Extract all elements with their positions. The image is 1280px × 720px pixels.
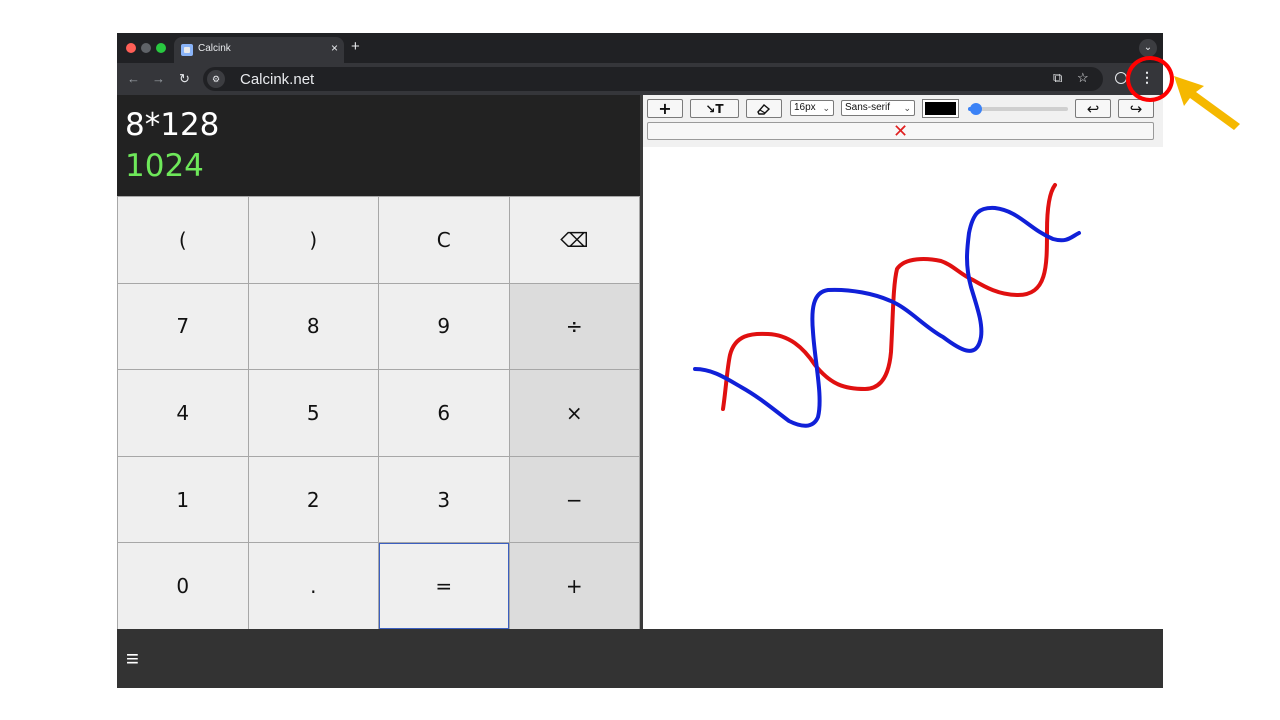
cast-icon[interactable]: ⧉ [1053, 70, 1062, 86]
eraser-glyph-icon [757, 103, 771, 115]
reload-icon[interactable]: ↻ [179, 71, 190, 87]
pointer-arrow-icon [1174, 76, 1240, 130]
back-arrow-icon[interactable]: ← [127, 71, 140, 86]
text-tool-button[interactable]: ↘T [690, 99, 739, 118]
tab-close-icon[interactable]: × [331, 41, 338, 55]
key-6[interactable]: 6 [379, 370, 509, 456]
key-7[interactable]: 7 [118, 283, 248, 370]
eraser-icon[interactable] [746, 99, 782, 118]
move-tool-button[interactable]: + [647, 99, 683, 118]
drawing-toolbar: + ↘T 16px ⌄ Sans-serif ⌄ ↩ ↪ ✕ [643, 95, 1163, 147]
page-content: 8*128 1024 ( ) C ⌫ 7 8 9 ÷ 4 5 6 × 1 2 3… [117, 95, 1163, 688]
tab-bar: Calcink × + ⌄ [117, 33, 1163, 63]
pen-color-fill [925, 102, 956, 115]
key-divide[interactable]: ÷ [509, 283, 639, 370]
close-window-button[interactable] [126, 43, 136, 53]
drawing-canvas[interactable] [643, 147, 1163, 629]
pointer-arrow-shape [1174, 76, 1240, 130]
expression-display: 8*128 [125, 107, 220, 143]
drawing-strokes [693, 183, 1081, 428]
tab-calcink[interactable]: Calcink × [174, 37, 344, 63]
calculator-favicon-icon [181, 44, 193, 56]
chevron-down-icon: ⌄ [822, 103, 830, 113]
maximize-window-button[interactable] [156, 43, 166, 53]
chevron-down-icon: ⌄ [903, 103, 911, 113]
key-4[interactable]: 4 [118, 370, 248, 456]
key-add[interactable]: + [509, 543, 639, 629]
tab-search-chevron-icon[interactable]: ⌄ [1139, 39, 1157, 57]
backspace-icon[interactable]: ⌫ [509, 197, 639, 283]
calculator-panel: 8*128 1024 ( ) C ⌫ 7 8 9 ÷ 4 5 6 × 1 2 3… [117, 95, 640, 629]
font-family-value: Sans-serif [845, 102, 891, 113]
key-3[interactable]: 3 [379, 456, 509, 543]
key-subtract[interactable]: − [509, 456, 639, 543]
url-text[interactable]: Calcink.net [240, 71, 314, 88]
key-9[interactable]: 9 [379, 283, 509, 370]
key-5[interactable]: 5 [248, 370, 378, 456]
key-decimal[interactable]: . [248, 543, 378, 629]
calculator-display: 8*128 1024 [117, 95, 640, 196]
font-size-value: 16px [794, 102, 816, 113]
minimize-window-button[interactable] [141, 43, 151, 53]
key-clear[interactable]: C [379, 197, 509, 283]
font-family-select[interactable]: Sans-serif ⌄ [841, 100, 915, 116]
address-bar[interactable]: ⚙ Calcink.net ⧉ ☆ [203, 67, 1103, 91]
hamburger-menu-icon[interactable]: ≡ [126, 646, 139, 672]
undo-button[interactable]: ↩ [1075, 99, 1111, 118]
red-helix-stroke [721, 183, 1057, 411]
key-close-paren[interactable]: ) [248, 197, 378, 283]
blue-helix-stroke [693, 205, 1081, 428]
key-equals[interactable]: = [379, 543, 509, 629]
key-0[interactable]: 0 [118, 543, 248, 629]
browser-window: Calcink × + ⌄ ← → ↻ ⚙ Calcink.net ⧉ ☆ ⋮ … [117, 33, 1163, 688]
result-display: 1024 [125, 148, 204, 184]
star-icon[interactable]: ☆ [1077, 70, 1089, 86]
drawing-panel: + ↘T 16px ⌄ Sans-serif ⌄ ↩ ↪ ✕ [640, 95, 1163, 629]
browser-toolbar: ← → ↻ ⚙ Calcink.net ⧉ ☆ ⋮ [117, 63, 1163, 95]
site-settings-icon[interactable]: ⚙ [207, 70, 225, 88]
font-size-select[interactable]: 16px ⌄ [790, 100, 834, 116]
slider-thumb[interactable] [970, 103, 982, 115]
tab-title: Calcink [198, 43, 231, 54]
screenshot-stage: Calcink × + ⌄ ← → ↻ ⚙ Calcink.net ⧉ ☆ ⋮ … [0, 0, 1280, 720]
stroke-width-slider[interactable] [968, 103, 1068, 115]
clear-canvas-button[interactable]: ✕ [647, 122, 1154, 140]
key-open-paren[interactable]: ( [118, 197, 248, 283]
key-8[interactable]: 8 [248, 283, 378, 370]
key-multiply[interactable]: × [509, 370, 639, 456]
highlight-circle [1126, 56, 1174, 102]
key-1[interactable]: 1 [118, 456, 248, 543]
calculator-keypad: ( ) C ⌫ 7 8 9 ÷ 4 5 6 × 1 2 3 − 0 . = + [117, 196, 640, 629]
key-2[interactable]: 2 [248, 456, 378, 543]
forward-arrow-icon[interactable]: → [152, 71, 165, 86]
footer-bar: ≡ [117, 629, 1163, 688]
new-tab-button[interactable]: + [351, 38, 360, 55]
pen-color-picker[interactable] [922, 99, 959, 118]
